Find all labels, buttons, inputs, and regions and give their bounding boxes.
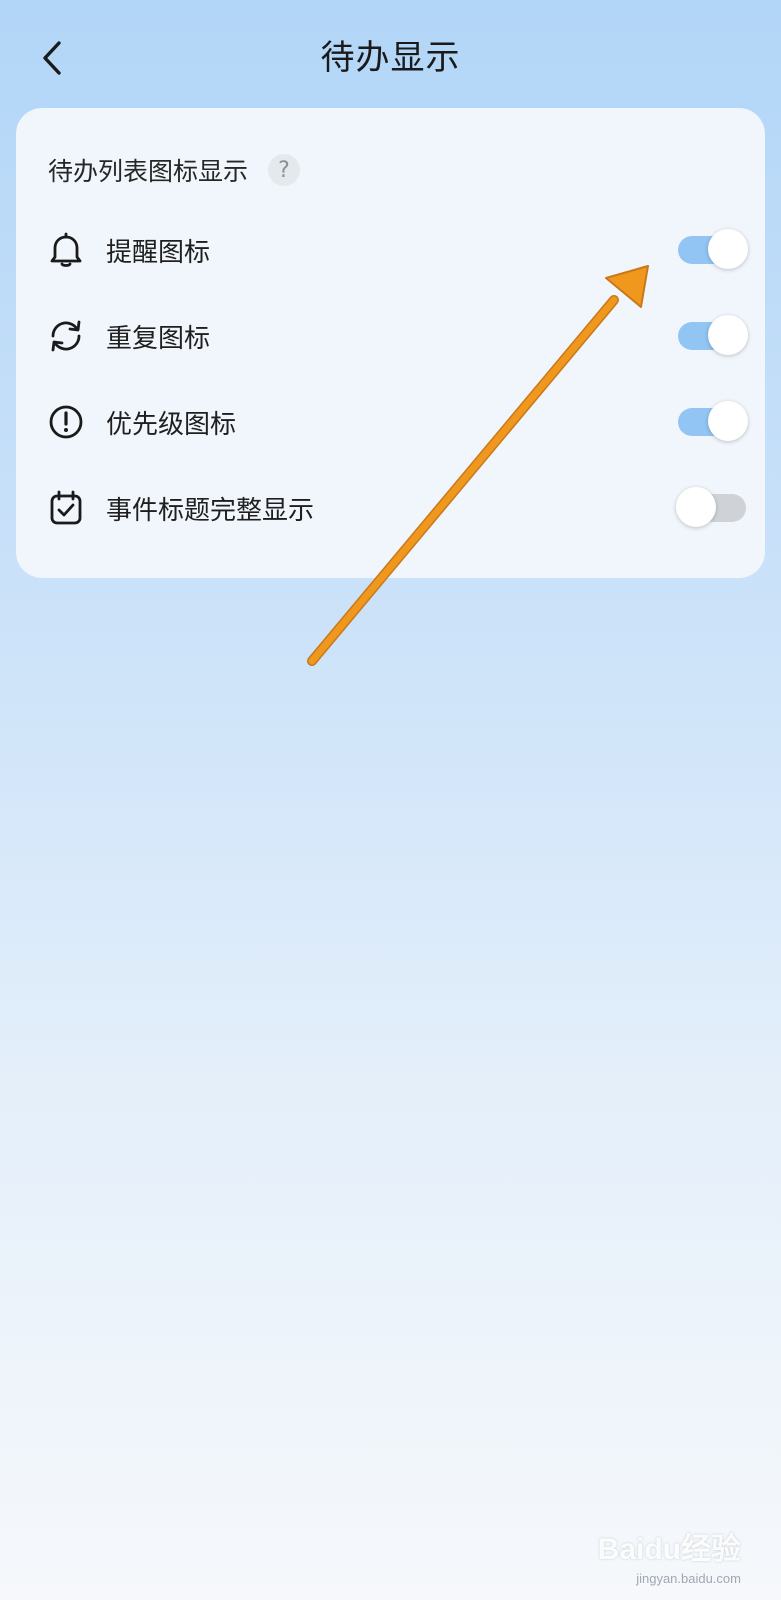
help-icon[interactable]: ? (268, 154, 301, 186)
row-label: 提醒图标 (106, 237, 211, 268)
priority-icon (48, 404, 84, 440)
reminder-icon-toggle[interactable] (678, 229, 748, 269)
row-full-title: 事件标题完整显示 (48, 478, 748, 538)
header: 待办显示 (0, 0, 781, 116)
toggle-knob (708, 229, 748, 269)
toggle-knob (708, 401, 748, 441)
priority-icon-toggle[interactable] (678, 401, 748, 441)
row-repeat-icon: 重复图标 (48, 306, 748, 366)
watermark-url: jingyan.baidu.com (636, 1571, 741, 1586)
row-label: 优先级图标 (106, 409, 237, 440)
calendar-check-icon (48, 490, 84, 526)
repeat-icon-toggle[interactable] (678, 315, 748, 355)
page-title: 待办显示 (320, 38, 461, 78)
toggle-knob (676, 487, 716, 527)
row-priority-icon: 优先级图标 (48, 392, 748, 452)
section-title: 待办列表图标显示 ? (48, 150, 301, 190)
repeat-icon (48, 318, 84, 354)
section-title-text: 待办列表图标显示 (48, 157, 249, 186)
bell-icon (48, 232, 84, 268)
toggle-knob (708, 315, 748, 355)
full-title-toggle[interactable] (676, 487, 746, 527)
row-label: 事件标题完整显示 (106, 495, 315, 526)
row-reminder-icon: 提醒图标 (48, 220, 748, 280)
watermark: Baidu经验 jingyan.baidu.com (591, 1516, 741, 1586)
row-label: 重复图标 (106, 323, 211, 354)
settings-card: 待办列表图标显示 ? 提醒图标 重复图标 优先级图标 事件标题完整显示 (16, 108, 765, 578)
watermark-brand: Baidu经验 (597, 1533, 741, 1566)
